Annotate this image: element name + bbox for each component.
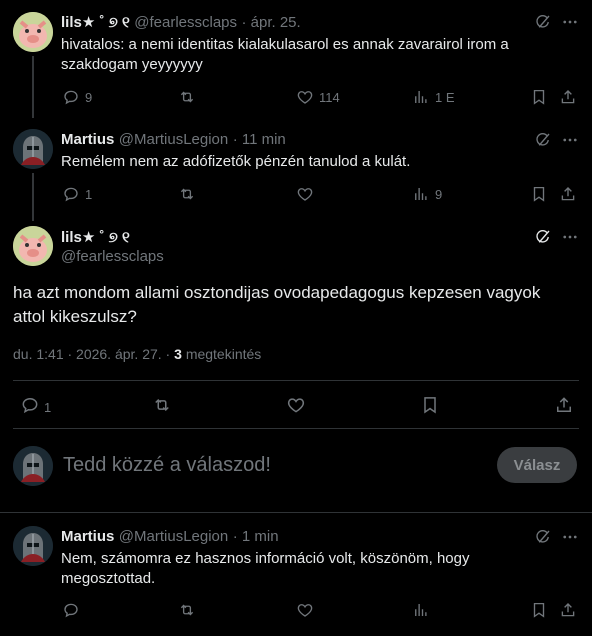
views-icon[interactable] [411,600,431,620]
post-header: Martius @MartiusLegion · 11 min [61,131,286,149]
display-name[interactable]: Martius [61,528,114,545]
reply-count: 1 [85,187,93,202]
like-icon[interactable] [295,600,315,620]
grok-icon[interactable] [533,527,553,547]
timestamp[interactable]: · 1 min [233,528,279,545]
divider [13,380,579,381]
handle[interactable]: @fearlessclaps [61,248,164,265]
avatar[interactable] [13,526,53,566]
repost-icon[interactable] [151,394,173,416]
grok-icon[interactable] [533,227,553,247]
reply-icon[interactable] [19,394,41,416]
reply-button[interactable]: Válasz [497,447,577,483]
timestamp[interactable]: du. 1:41 · 2026. ápr. 27. · [13,346,170,362]
handle[interactable]: @MartiusLegion [119,131,228,148]
views-icon[interactable] [411,184,431,204]
divider [13,428,579,429]
like-count: 114 [319,90,340,105]
avatar[interactable] [13,226,53,266]
more-icon[interactable] [560,527,580,547]
reply-input[interactable]: Tedd közzé a válaszod! [63,454,271,477]
thread-line [32,173,34,221]
timestamp[interactable]: · 11 min [233,131,286,148]
share-icon[interactable] [553,394,575,416]
views-count: 9 [435,187,443,202]
divider [0,512,592,513]
reply-icon[interactable] [61,600,81,620]
more-icon[interactable] [560,227,580,247]
reply-icon[interactable] [61,87,81,107]
post-header: Martius @MartiusLegion · 1 min [61,528,279,546]
like-icon[interactable] [295,184,315,204]
handle[interactable]: @fearlessclaps [134,14,237,31]
repost-icon[interactable] [177,87,197,107]
reply-count: 1 [44,400,52,415]
share-icon[interactable] [558,600,578,620]
share-icon[interactable] [558,87,578,107]
bookmark-icon[interactable] [419,394,441,416]
like-icon[interactable] [285,394,307,416]
more-icon[interactable] [560,12,580,32]
post-text: ha azt mondom allami osztondijas ovodape… [13,283,541,326]
post-text: hivatalos: a nemi identitas kialakulasar… [61,36,509,73]
views-label: megtekintés [185,346,262,362]
display-name[interactable]: lils★ ˚ ୭ ୧ [61,14,130,31]
views-count: 1 E [435,90,455,105]
post-meta: du. 1:41 · 2026. ápr. 27. · 3 megtekinté… [13,346,261,362]
display-name[interactable]: Martius [61,131,114,148]
grok-icon[interactable] [533,12,553,32]
views-count: 3 [174,346,182,362]
avatar[interactable] [13,129,53,169]
timestamp[interactable]: · ápr. 25. [241,14,300,31]
views-icon[interactable] [411,87,431,107]
avatar[interactable] [13,12,53,52]
post-text: Nem, számomra ez hasznos információ volt… [61,550,470,587]
display-name[interactable]: lils★ ˚ ୭ ୧ [61,228,130,246]
like-icon[interactable] [295,87,315,107]
more-icon[interactable] [560,130,580,150]
bookmark-icon[interactable] [529,600,549,620]
thread-line [32,56,34,118]
reply-icon[interactable] [61,184,81,204]
share-icon[interactable] [558,184,578,204]
bookmark-icon[interactable] [529,87,549,107]
repost-icon[interactable] [177,600,197,620]
handle[interactable]: @MartiusLegion [119,528,228,545]
reply-count: 9 [85,90,93,105]
post-text: Remélem nem az adófizetők pénzén tanulod… [61,153,411,170]
post-header: lils★ ˚ ୭ ୧ @fearlessclaps · ápr. 25. [61,13,301,32]
repost-icon[interactable] [177,184,197,204]
bookmark-icon[interactable] [529,184,549,204]
grok-icon[interactable] [533,130,553,150]
avatar [13,446,53,486]
